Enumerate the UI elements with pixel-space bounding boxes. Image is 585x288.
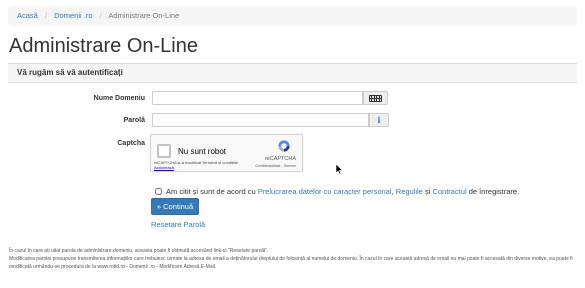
footer-note: În cazul în care ați uitat parola de adm… xyxy=(9,248,581,271)
recaptcha-logo-icon xyxy=(278,140,290,152)
contract-link[interactable]: Contractul xyxy=(432,187,466,196)
reset-password-link[interactable]: Resetare Parolă xyxy=(151,220,205,229)
terms-text-before: Am citit și sunt de acord cu xyxy=(166,187,256,196)
domain-label: Nume Domeniu xyxy=(93,95,145,102)
recaptcha-warning: reCAPTCHA și-a modificat Termenii și con… xyxy=(154,160,254,170)
recaptcha-brand: reCAPTCHA xyxy=(264,156,296,162)
panel-heading: Vă rugăm să vă autentificați xyxy=(8,64,577,83)
recaptcha-warning-link[interactable]: Acționează xyxy=(154,165,174,170)
breadcrumb: Acasă / Domenii .ro / Administrare On-Li… xyxy=(8,6,577,26)
terms-checkbox[interactable] xyxy=(155,188,162,195)
data-processing-link[interactable]: Prelucrarea datelor cu caracter personal xyxy=(258,187,392,196)
recaptcha-widget: Nu sunt robot reCAPTCHA Confidențialitat… xyxy=(150,134,303,172)
terms-agreement: Am citit și sunt de acord cu Prelucrarea… xyxy=(155,187,519,196)
continue-button[interactable]: » Continuă xyxy=(151,198,199,215)
footer-line-2: Modificarea parolei presupune transmiter… xyxy=(9,255,573,270)
page-title: Administrare On-Line xyxy=(9,35,198,57)
password-info-addon[interactable]: i xyxy=(369,113,389,127)
info-icon: i xyxy=(377,115,381,125)
domain-input[interactable] xyxy=(152,91,363,105)
terms-comma: , xyxy=(391,187,394,196)
terms-text-after: de înregistrare. xyxy=(468,187,520,196)
breadcrumb-current: Administrare On-Line xyxy=(108,11,180,20)
recaptcha-privacy-links[interactable]: Confidențialitate - Termeni xyxy=(255,164,296,168)
terms-and: și xyxy=(424,187,431,196)
mouse-cursor-icon xyxy=(336,164,344,175)
breadcrumb-separator: / xyxy=(99,11,102,20)
password-label: Parolă xyxy=(123,117,145,124)
breadcrumb-home-link[interactable]: Acasă xyxy=(17,11,38,20)
recaptcha-checkbox-label: Nu sunt robot xyxy=(178,147,227,156)
recaptcha-checkbox[interactable] xyxy=(157,144,171,158)
password-input[interactable] xyxy=(152,113,369,127)
footer-line-1: În cazul în care ați uitat parola de adm… xyxy=(9,248,269,254)
breadcrumb-separator: / xyxy=(44,11,48,20)
keyboard-addon[interactable] xyxy=(363,91,388,105)
captcha-label: Captcha xyxy=(117,140,145,147)
breadcrumb-domains-link[interactable]: Domenii .ro xyxy=(54,11,92,20)
keyboard-icon xyxy=(369,94,382,102)
rules-link[interactable]: Regulile xyxy=(396,187,423,196)
